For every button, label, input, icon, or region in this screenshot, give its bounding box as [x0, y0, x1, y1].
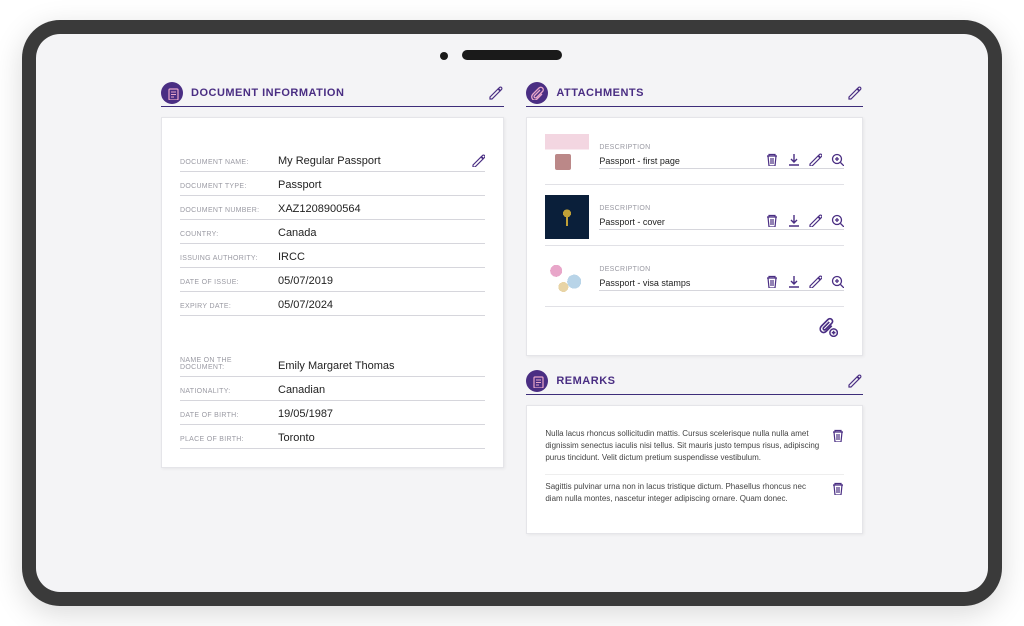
- label-issuing-authority: ISSUING AUTHORITY:: [180, 255, 270, 263]
- label-date-of-issue: DATE OF ISSUE:: [180, 279, 270, 287]
- app-screen: DOCUMENT INFORMATION DOCUMENT NAME: My R…: [36, 34, 988, 592]
- delete-icon[interactable]: [764, 152, 778, 166]
- label-document-name: DOCUMENT NAME:: [180, 159, 270, 167]
- add-attachment-button[interactable]: [818, 317, 844, 337]
- value-date-of-birth: 19/05/1987: [278, 408, 485, 420]
- label-document-number: DOCUMENT NUMBER:: [180, 207, 270, 215]
- edit-attachments-button[interactable]: [847, 85, 863, 101]
- remarks-card: Nulla lacus rhoncus sollicitudin mattis.…: [526, 405, 863, 534]
- label-country: COUNTRY:: [180, 231, 270, 239]
- docinfo-header: DOCUMENT INFORMATION: [161, 82, 504, 107]
- attachment-row: DESCRIPTION Passport - cover: [545, 185, 844, 246]
- edit-document-name-button[interactable]: [471, 153, 485, 167]
- label-document-type: DOCUMENT TYPE:: [180, 183, 270, 191]
- edit-docinfo-button[interactable]: [488, 85, 504, 101]
- value-place-of-birth: Toronto: [278, 432, 485, 444]
- camera-dot: [440, 52, 448, 60]
- zoom-icon[interactable]: [830, 152, 844, 166]
- label-expiry-date: EXPIRY DATE:: [180, 303, 270, 311]
- attachment-desc-label: DESCRIPTION: [599, 205, 844, 212]
- value-document-name: My Regular Passport: [278, 155, 463, 167]
- delete-icon[interactable]: [764, 213, 778, 227]
- zoom-icon[interactable]: [830, 274, 844, 288]
- edit-icon[interactable]: [808, 274, 822, 288]
- tablet-frame: DOCUMENT INFORMATION DOCUMENT NAME: My R…: [22, 20, 1002, 606]
- edit-remarks-button[interactable]: [847, 373, 863, 389]
- remark-row: Nulla lacus rhoncus sollicitudin mattis.…: [545, 422, 844, 475]
- remark-row: Sagittis pulvinar urna non in lacus tris…: [545, 475, 844, 515]
- attachment-description: Passport - first page: [599, 156, 764, 166]
- attachment-thumbnail[interactable]: [545, 195, 589, 239]
- document-icon: [161, 82, 183, 104]
- remarks-header: REMARKS: [526, 370, 863, 395]
- attachments-card: DESCRIPTION Passport - first page: [526, 117, 863, 356]
- value-nationality: Canadian: [278, 384, 485, 396]
- attachments-header: ATTACHMENTS: [526, 82, 863, 107]
- download-icon[interactable]: [786, 152, 800, 166]
- remarks-title: REMARKS: [556, 375, 615, 387]
- value-document-type: Passport: [278, 179, 485, 191]
- label-date-of-birth: DATE OF BIRTH:: [180, 412, 270, 420]
- remarks-icon: [526, 370, 548, 392]
- download-icon[interactable]: [786, 274, 800, 288]
- attachment-desc-label: DESCRIPTION: [599, 266, 844, 273]
- attachment-description: Passport - visa stamps: [599, 278, 764, 288]
- value-expiry-date: 05/07/2024: [278, 299, 485, 311]
- attachment-icon: [526, 82, 548, 104]
- value-date-of-issue: 05/07/2019: [278, 275, 485, 287]
- value-document-number: XAZ1208900564: [278, 203, 485, 215]
- label-name-on-document: NAME ON THE DOCUMENT:: [180, 357, 270, 372]
- speaker-slot: [462, 50, 562, 60]
- attachment-desc-label: DESCRIPTION: [599, 144, 844, 151]
- label-nationality: NATIONALITY:: [180, 388, 270, 396]
- remark-text: Nulla lacus rhoncus sollicitudin mattis.…: [545, 428, 820, 464]
- value-country: Canada: [278, 227, 485, 239]
- zoom-icon[interactable]: [830, 213, 844, 227]
- delete-remark-button[interactable]: [830, 481, 844, 495]
- attachment-description: Passport - cover: [599, 217, 764, 227]
- docinfo-title: DOCUMENT INFORMATION: [191, 87, 344, 99]
- value-issuing-authority: IRCC: [278, 251, 485, 263]
- value-name-on-document: Emily Margaret Thomas: [278, 360, 485, 372]
- attachments-title: ATTACHMENTS: [556, 87, 644, 99]
- attachment-thumbnail[interactable]: [545, 134, 589, 178]
- attachment-row: DESCRIPTION Passport - first page: [545, 134, 844, 185]
- edit-icon[interactable]: [808, 152, 822, 166]
- delete-remark-button[interactable]: [830, 428, 844, 442]
- attachment-thumbnail[interactable]: [545, 256, 589, 300]
- remark-text: Sagittis pulvinar urna non in lacus tris…: [545, 481, 820, 505]
- delete-icon[interactable]: [764, 274, 778, 288]
- download-icon[interactable]: [786, 213, 800, 227]
- attachment-row: DESCRIPTION Passport - visa stamps: [545, 246, 844, 307]
- edit-icon[interactable]: [808, 213, 822, 227]
- label-place-of-birth: PLACE OF BIRTH:: [180, 436, 270, 444]
- docinfo-card: DOCUMENT NAME: My Regular Passport DOCUM…: [161, 117, 504, 468]
